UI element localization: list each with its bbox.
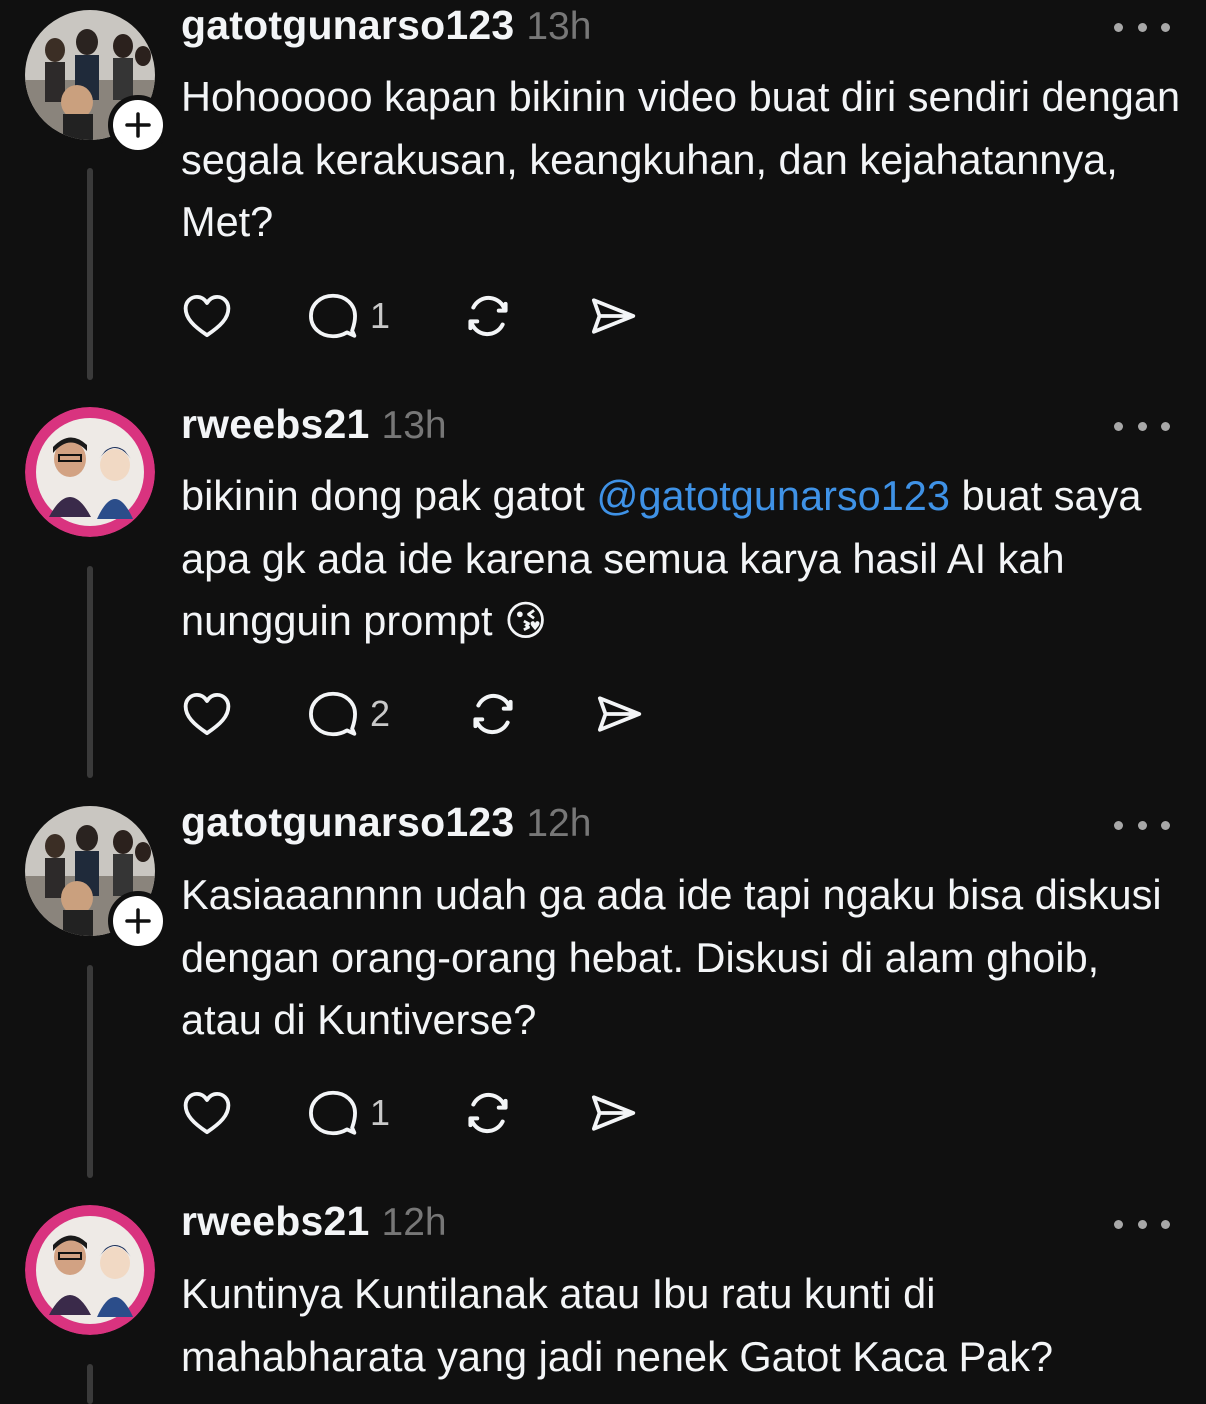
post-text: Hohooooo kapan bikinin video buat diri s… — [181, 66, 1181, 254]
avatar[interactable] — [25, 407, 155, 537]
timestamp: 13h — [526, 5, 592, 48]
repost-icon — [473, 693, 513, 735]
repost-button[interactable] — [461, 286, 515, 346]
post-text: bikinin dong pak gatot @gatotgunarso123 … — [181, 465, 1181, 653]
plus-icon — [125, 908, 151, 934]
more-dots-icon — [1114, 421, 1123, 431]
comment-icon — [309, 293, 357, 339]
comment-icon — [309, 691, 357, 737]
post-header: gatotgunarso123 12h — [181, 799, 591, 853]
text-segment: bikinin dong pak gatot — [181, 472, 597, 519]
text-segment: Kuntinya Kuntilanak atau Ibu ratu kunti … — [181, 1270, 1054, 1380]
reply-count: 1 — [370, 295, 391, 336]
thread-line — [87, 965, 93, 1178]
repost-button[interactable] — [461, 1083, 515, 1143]
heart-icon — [183, 294, 231, 338]
reply-button[interactable]: 1 — [306, 286, 390, 346]
send-icon — [591, 298, 636, 334]
username[interactable]: rweebs21 — [181, 1198, 370, 1245]
text-segment: Hohooooo kapan bikinin video buat diri s… — [181, 73, 1181, 245]
avatar[interactable] — [25, 1205, 155, 1335]
more-options-button[interactable] — [1114, 15, 1170, 39]
share-button[interactable] — [592, 684, 646, 744]
username[interactable]: gatotgunarso123 — [181, 799, 514, 846]
post-header: gatotgunarso123 13h — [181, 2, 591, 56]
post-text: Kuntinya Kuntilanak atau Ibu ratu kunti … — [181, 1263, 1181, 1388]
comment-icon — [309, 1090, 357, 1136]
plus-icon — [125, 112, 151, 138]
send-icon — [597, 696, 642, 732]
more-options-button[interactable] — [1114, 1212, 1170, 1236]
timestamp: 13h — [381, 404, 447, 447]
repost-icon — [468, 1092, 508, 1134]
mention-link[interactable]: @gatotgunarso123 — [596, 472, 950, 519]
more-options-button[interactable] — [1114, 414, 1170, 438]
like-button[interactable] — [180, 286, 234, 346]
reply-count: 1 — [370, 1092, 391, 1133]
timestamp: 12h — [381, 1201, 447, 1244]
like-button[interactable] — [180, 684, 234, 744]
post-text: Kasiaaannnn udah ga ada ide tapi ngaku b… — [181, 864, 1181, 1052]
timestamp: 12h — [526, 802, 592, 845]
text-segment: Kasiaaannnn udah ga ada ide tapi ngaku b… — [181, 871, 1162, 1043]
more-options-button[interactable] — [1114, 813, 1170, 837]
send-icon — [591, 1095, 636, 1131]
action-bar: 2 — [180, 684, 700, 744]
more-dots-icon — [1114, 22, 1123, 32]
follow-button[interactable] — [108, 891, 168, 951]
follow-button[interactable] — [108, 95, 168, 155]
avatar-opentodate — [25, 1205, 155, 1335]
reply-button[interactable]: 1 — [306, 1083, 390, 1143]
heart-icon — [183, 1091, 231, 1135]
thread-line — [87, 168, 93, 380]
more-dots-icon — [1114, 820, 1123, 830]
action-bar: 1 — [180, 286, 700, 346]
share-button[interactable] — [586, 286, 640, 346]
post-header: rweebs21 12h — [181, 1198, 447, 1252]
like-button[interactable] — [180, 1083, 234, 1143]
reply-button[interactable]: 2 — [306, 684, 390, 744]
thread-line — [87, 1364, 93, 1404]
post-header: rweebs21 13h — [181, 401, 447, 455]
thread-line — [87, 566, 93, 778]
reply-count: 2 — [370, 693, 391, 734]
more-dots-icon — [1114, 1219, 1123, 1229]
heart-icon — [183, 692, 231, 736]
share-button[interactable] — [586, 1083, 640, 1143]
repost-button[interactable] — [466, 684, 520, 744]
username[interactable]: rweebs21 — [181, 401, 370, 448]
username[interactable]: gatotgunarso123 — [181, 2, 514, 49]
action-bar: 1 — [180, 1083, 700, 1143]
avatar-opentodate — [25, 407, 155, 537]
repost-icon — [468, 295, 508, 337]
